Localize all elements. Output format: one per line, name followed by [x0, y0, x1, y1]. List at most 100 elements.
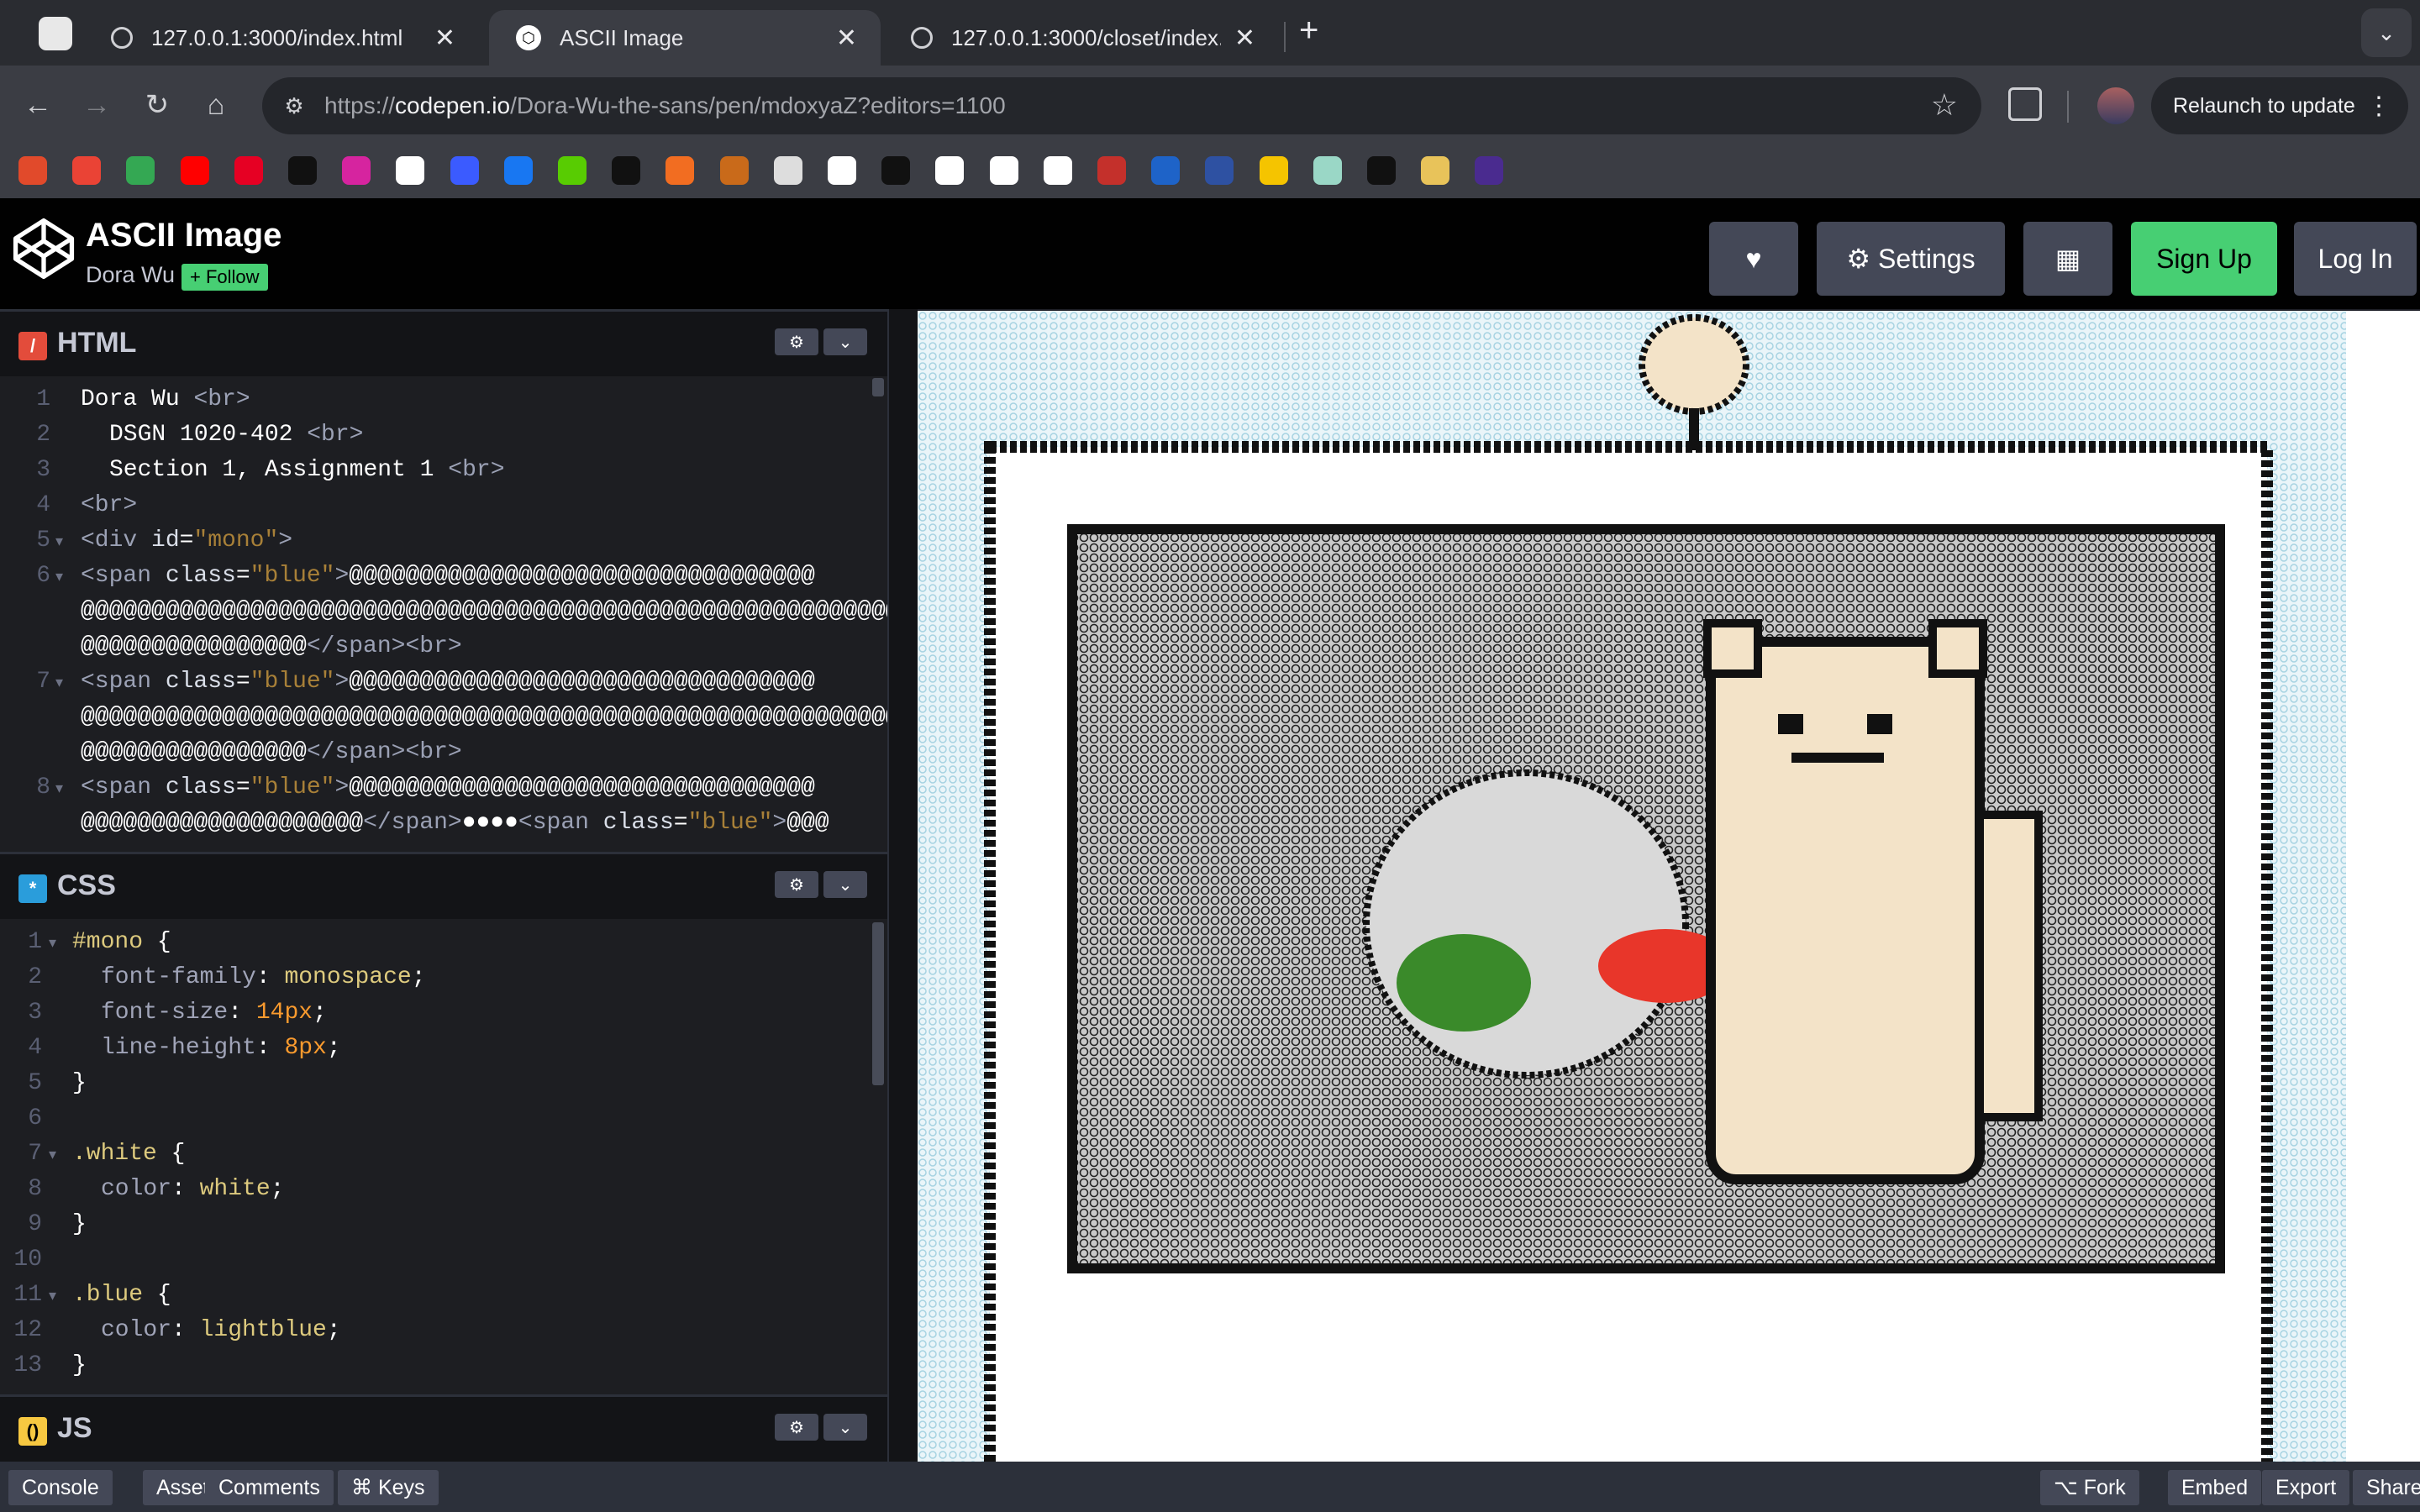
bookmark-favicon-icon[interactable]	[180, 156, 209, 185]
cat-mouth	[1791, 753, 1884, 763]
more-menu-icon[interactable]: ⋮	[2366, 92, 2391, 121]
relaunch-button[interactable]: Relaunch to update ⋮	[2151, 77, 2408, 134]
extensions-icon[interactable]	[2008, 87, 2042, 121]
pen-author[interactable]: Dora Wu	[86, 262, 175, 288]
bookmark-favicon-icon[interactable]	[828, 156, 856, 185]
bookmark-favicon-icon[interactable]	[396, 156, 425, 185]
reload-icon[interactable]: ↻	[136, 84, 178, 126]
console-button[interactable]: Console	[8, 1470, 113, 1505]
tab-index[interactable]: 127.0.0.1:3000/index.html ✕	[84, 10, 479, 66]
line-number: 12	[13, 1317, 42, 1343]
attr-value: "blue"	[687, 810, 773, 836]
settings-button[interactable]: ⚙ Settings	[1817, 222, 2005, 296]
bookmark-favicon-icon[interactable]	[288, 156, 317, 185]
fold-arrow-icon[interactable]: ▾	[55, 780, 63, 798]
bookmark-favicon-icon[interactable]	[1097, 156, 1126, 185]
cat-ear-left	[1703, 619, 1762, 678]
css-collapse-chevron-icon[interactable]: ⌄	[823, 871, 867, 898]
fold-arrow-icon[interactable]: ▾	[49, 934, 56, 953]
embed-button[interactable]: Embed	[2168, 1470, 2262, 1505]
line-number: 5	[28, 1070, 42, 1096]
js-settings-gear-icon[interactable]: ⚙	[775, 1414, 818, 1441]
bookmark-favicon-icon[interactable]	[881, 156, 911, 185]
fold-arrow-icon[interactable]: ▾	[49, 1287, 56, 1305]
bookmark-favicon-icon[interactable]	[1043, 156, 1072, 185]
result-preview[interactable]	[918, 311, 2420, 1462]
css-settings-gear-icon[interactable]: ⚙	[775, 871, 818, 898]
url-text[interactable]: https://codepen.io/Dora-Wu-the-sans/pen/…	[324, 92, 1006, 119]
panel-resize-handle[interactable]	[887, 309, 918, 1462]
html-editor-scrollbar[interactable]	[872, 378, 884, 396]
code-line: }	[72, 1352, 87, 1378]
bookmark-favicon-icon[interactable]	[989, 156, 1018, 185]
close-icon[interactable]: ✕	[434, 24, 455, 53]
bookmark-favicon-icon[interactable]	[1475, 156, 1504, 185]
tab-search-icon[interactable]	[39, 17, 72, 50]
signup-button[interactable]: Sign Up	[2131, 222, 2277, 296]
css-editor[interactable]: 1 ▾ #mono { 2 font-family: monospace; 3 …	[0, 919, 887, 1394]
css-selector: .white	[72, 1141, 157, 1167]
bookmark-favicon-icon[interactable]	[126, 156, 155, 185]
layout-button[interactable]: ▦	[2023, 222, 2112, 296]
html-collapse-chevron-icon[interactable]: ⌄	[823, 328, 867, 355]
pen-title[interactable]: ASCII Image	[86, 217, 281, 255]
tab-ascii-image[interactable]: ⬡ ASCII Image ✕	[489, 10, 881, 66]
bookmark-favicon-icon[interactable]	[612, 156, 641, 185]
html-settings-gear-icon[interactable]: ⚙	[775, 328, 818, 355]
fold-arrow-icon[interactable]: ▾	[55, 674, 63, 692]
bookmark-favicon-icon[interactable]	[773, 156, 802, 185]
css-editor-scrollbar[interactable]	[872, 922, 884, 1085]
bookmark-favicon-icon[interactable]	[342, 156, 371, 185]
bookmark-favicon-icon[interactable]	[450, 156, 479, 185]
codepen-logo-icon[interactable]	[12, 217, 76, 281]
html-editor[interactable]: 1 Dora Wu <br> 2 DSGN 1020-402 <br> 3 Se…	[0, 376, 887, 852]
bookmark-favicon-icon[interactable]	[72, 156, 102, 185]
css-property: font-size	[101, 1000, 229, 1026]
profile-avatar[interactable]	[2097, 87, 2134, 124]
frame-hook	[1639, 314, 1749, 415]
export-button[interactable]: Export	[2262, 1470, 2350, 1505]
fold-arrow-icon[interactable]: ▾	[55, 568, 63, 586]
bookmark-favicon-icon[interactable]	[503, 156, 533, 185]
close-icon[interactable]: ✕	[836, 24, 857, 53]
bookmark-favicon-icon[interactable]	[1367, 156, 1396, 185]
address-bar[interactable]: ⚙ https://codepen.io/Dora-Wu-the-sans/pe…	[262, 77, 1981, 134]
bookmark-favicon-icon[interactable]	[1151, 156, 1181, 185]
bookmark-favicon-icon[interactable]	[1259, 156, 1288, 185]
fold-arrow-icon[interactable]: ▾	[49, 1146, 56, 1164]
back-arrow-icon[interactable]: ←	[17, 84, 59, 126]
tab-closet[interactable]: 127.0.0.1:3000/closet/index. ✕	[884, 10, 1279, 66]
bookmark-favicon-icon[interactable]	[558, 156, 587, 185]
bookmark-favicon-icon[interactable]	[935, 156, 965, 185]
bookmark-favicon-icon[interactable]	[666, 156, 695, 185]
share-button[interactable]: Share	[2353, 1470, 2420, 1505]
toolbar-separator	[2067, 91, 2069, 123]
bookmark-favicon-icon[interactable]	[719, 156, 749, 185]
bookmark-favicon-icon[interactable]	[1421, 156, 1450, 185]
fork-button[interactable]: ⌥ Fork	[2040, 1470, 2139, 1505]
heart-button[interactable]: ♥	[1709, 222, 1798, 296]
bookmark-favicon-icon[interactable]	[18, 156, 47, 185]
new-tab-button[interactable]: +	[1299, 12, 1318, 50]
forward-arrow-icon[interactable]: →	[76, 84, 118, 126]
ascii-text: @@@@@@@@@@@@@@@@@@@@@@@@@@@@@@@@@	[349, 563, 815, 589]
close-icon[interactable]: ✕	[1234, 24, 1255, 53]
relaunch-label: Relaunch to update	[2173, 93, 2355, 118]
bookmark-favicon-icon[interactable]	[234, 156, 263, 185]
follow-button[interactable]: + Follow	[182, 264, 268, 291]
gear-icon: ⚙	[1846, 244, 1878, 274]
fork-label: Fork	[2083, 1475, 2126, 1499]
js-collapse-chevron-icon[interactable]: ⌄	[823, 1414, 867, 1441]
home-icon[interactable]: ⌂	[195, 84, 237, 126]
bookmark-favicon-icon[interactable]	[1205, 156, 1234, 185]
fold-arrow-icon[interactable]: ▾	[55, 533, 63, 551]
login-button[interactable]: Log In	[2294, 222, 2417, 296]
ascii-art-image	[918, 311, 2420, 1462]
bookmark-star-icon[interactable]: ☆	[1931, 87, 1958, 123]
comments-button[interactable]: Comments	[205, 1470, 334, 1505]
js-panel-header: () JS ⚙ ⌄	[0, 1394, 887, 1462]
site-info-icon[interactable]: ⚙	[279, 91, 309, 121]
keys-button[interactable]: ⌘ Keys	[338, 1470, 439, 1505]
bookmark-favicon-icon[interactable]	[1313, 156, 1342, 185]
tab-list-chevron-icon[interactable]: ⌄	[2361, 8, 2412, 57]
